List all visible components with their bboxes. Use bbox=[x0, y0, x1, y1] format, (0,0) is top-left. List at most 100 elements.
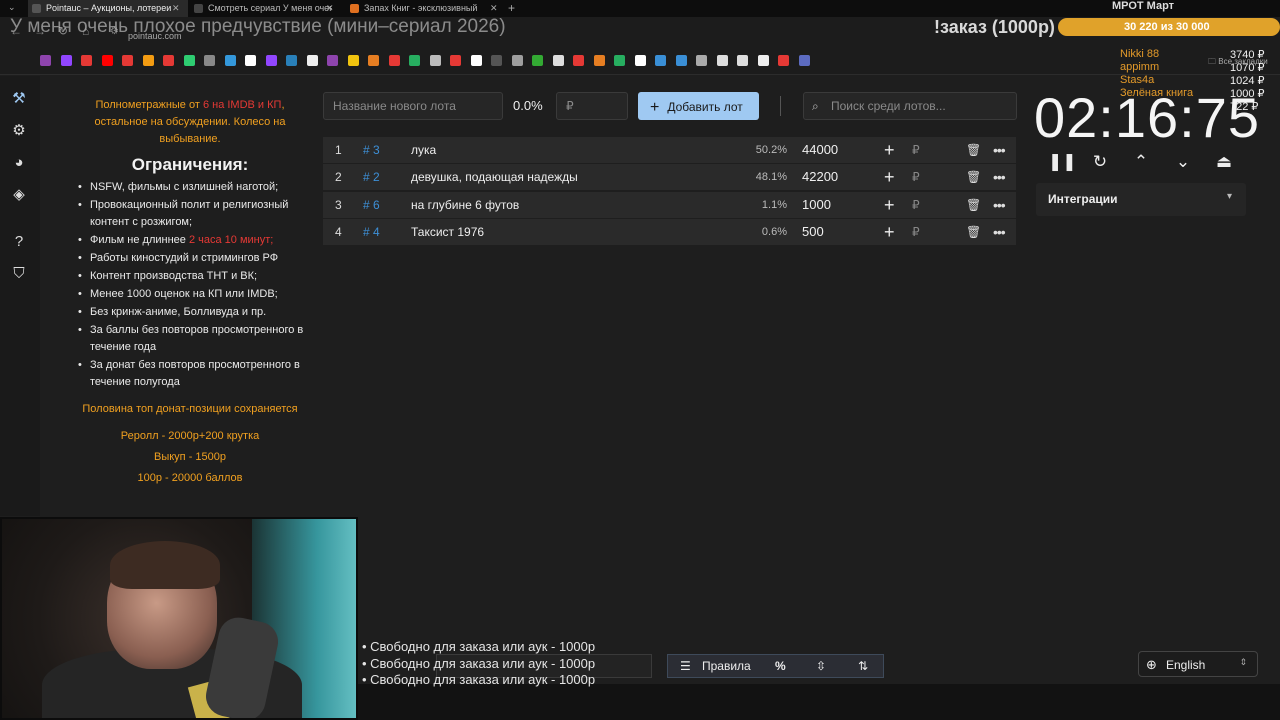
add-lot-button[interactable]: + Добавить лот bbox=[638, 92, 759, 120]
lot-amount-input[interactable]: ₽ bbox=[556, 92, 628, 120]
add-amount-icon[interactable]: + bbox=[884, 192, 895, 218]
rules-button[interactable]: Правила bbox=[702, 659, 751, 673]
trash-icon[interactable]: 🗑 bbox=[966, 137, 981, 163]
bookmark-icon[interactable] bbox=[737, 55, 748, 66]
tab-close-icon[interactable]: ✕ bbox=[490, 3, 498, 14]
chevron-down-icon[interactable]: ⌄ bbox=[1172, 151, 1194, 173]
ruble-icon[interactable]: ₽ bbox=[912, 164, 920, 190]
split-icon[interactable]: ⇳ bbox=[816, 659, 826, 673]
bookmark-icon[interactable] bbox=[716, 55, 728, 66]
bookmark-icon[interactable] bbox=[757, 55, 769, 66]
wheel-pie-icon[interactable]: ◕ bbox=[10, 154, 28, 172]
restriction-item: Провокационный полит и религиозный конте… bbox=[76, 197, 310, 231]
ruble-icon[interactable]: ₽ bbox=[912, 192, 920, 218]
lot-name-input[interactable]: Название нового лота bbox=[323, 92, 503, 120]
rules-intro: Полнометражные от 6 на IMDB и КП, осталь… bbox=[70, 97, 310, 148]
bookmark-icon[interactable] bbox=[327, 55, 338, 66]
tab-close-icon[interactable]: ✕ bbox=[172, 3, 180, 14]
help-icon[interactable]: ? bbox=[10, 233, 28, 251]
lot-amount[interactable]: 44000 bbox=[802, 137, 838, 163]
bookmark-icon[interactable] bbox=[552, 55, 564, 66]
tab-close-icon[interactable]: ✕ bbox=[326, 3, 334, 14]
reset-icon[interactable]: ↻ bbox=[1089, 151, 1111, 173]
tab-zapah-knig[interactable]: Запах Книг - эксклюзивный bbox=[346, 0, 496, 17]
bookmark-icon[interactable] bbox=[429, 55, 441, 66]
list-icon[interactable]: ☰ bbox=[680, 659, 691, 673]
bookmark-icon[interactable] bbox=[778, 55, 789, 66]
auction-hammer-icon[interactable]: ⚒ bbox=[10, 90, 28, 108]
add-amount-icon[interactable]: + bbox=[884, 137, 895, 163]
bookmark-icon[interactable] bbox=[163, 55, 174, 66]
bookmark-icon[interactable] bbox=[655, 55, 666, 66]
trash-icon[interactable]: 🗑 bbox=[966, 192, 981, 218]
bookmark-icon[interactable] bbox=[81, 55, 92, 66]
lot-id[interactable]: # 3 bbox=[363, 137, 380, 163]
trash-icon[interactable]: 🗑 bbox=[966, 219, 981, 245]
bookmark-icon[interactable] bbox=[409, 55, 420, 66]
bookmark-icon[interactable] bbox=[183, 55, 195, 66]
bookmark-icon[interactable] bbox=[204, 55, 215, 66]
percent-toggle[interactable]: % bbox=[775, 659, 786, 673]
sort-icon[interactable]: ⇅ bbox=[858, 659, 868, 673]
bookmark-icon[interactable] bbox=[593, 55, 605, 66]
bookmark-icon[interactable] bbox=[142, 55, 154, 66]
chevron-up-icon[interactable]: ⌃ bbox=[1130, 151, 1152, 173]
restriction-item: Фильм не длиннее 2 часа 10 минут; bbox=[76, 232, 310, 249]
bookmark-icon[interactable] bbox=[573, 55, 584, 66]
lot-id[interactable]: # 2 bbox=[363, 164, 380, 190]
bookmark-icon[interactable] bbox=[532, 55, 543, 66]
bookmark-icon[interactable] bbox=[614, 55, 625, 66]
add-amount-icon[interactable]: + bbox=[884, 164, 895, 190]
bookmark-icon[interactable] bbox=[491, 55, 502, 66]
bookmark-icon[interactable] bbox=[40, 55, 51, 66]
bookmark-icon[interactable] bbox=[101, 55, 113, 66]
tab-serial[interactable]: Смотреть сериал У меня очен bbox=[190, 0, 332, 17]
more-icon[interactable]: ••• bbox=[993, 137, 1006, 163]
bookmark-icon[interactable] bbox=[388, 55, 400, 66]
bookmark-icon[interactable] bbox=[368, 55, 379, 66]
bookmark-icon[interactable] bbox=[634, 55, 646, 66]
integrations-accordion[interactable]: Интеграции ▾ bbox=[1036, 183, 1246, 216]
lot-id[interactable]: # 6 bbox=[363, 192, 380, 218]
bookmark-icon[interactable] bbox=[347, 55, 359, 66]
bookmark-icon[interactable] bbox=[224, 55, 236, 66]
more-icon[interactable]: ••• bbox=[993, 164, 1006, 190]
more-icon[interactable]: ••• bbox=[993, 192, 1006, 218]
lot-name[interactable]: лука bbox=[411, 137, 436, 163]
bookmark-icon[interactable] bbox=[450, 55, 461, 66]
lot-search-input[interactable]: ⌕ Поиск среди лотов... bbox=[803, 92, 1017, 120]
lot-name[interactable]: девушка, подающая надежды bbox=[411, 164, 578, 190]
ruble-icon[interactable]: ₽ bbox=[912, 219, 920, 245]
bookmark-icon[interactable] bbox=[286, 55, 297, 66]
bookmark-icon[interactable] bbox=[60, 55, 72, 66]
pause-icon[interactable]: ❚❚ bbox=[1048, 151, 1077, 173]
language-select[interactable]: ⊕ English ⇕ bbox=[1138, 651, 1258, 677]
tab-pointauc[interactable]: Pointauc – Аукционы, лотереи bbox=[28, 0, 188, 17]
lot-name[interactable]: Таксист 1976 bbox=[411, 219, 484, 245]
trash-icon[interactable]: 🗑 bbox=[966, 164, 981, 190]
bookmark-icon[interactable] bbox=[798, 55, 810, 66]
bookmark-icon[interactable] bbox=[470, 55, 482, 66]
bookmark-icon[interactable] bbox=[306, 55, 318, 66]
lot-amount[interactable]: 500 bbox=[802, 219, 824, 245]
settings-gear-icon[interactable]: ⚙ bbox=[10, 122, 28, 140]
lot-amount[interactable]: 42200 bbox=[802, 164, 838, 190]
add-amount-icon[interactable]: + bbox=[884, 219, 895, 245]
eject-icon[interactable]: ⏏ bbox=[1213, 151, 1235, 173]
lot-name[interactable]: на глубине 6 футов bbox=[411, 192, 519, 218]
lot-id[interactable]: # 4 bbox=[363, 219, 380, 245]
bookmark-icon[interactable] bbox=[245, 55, 256, 66]
shield-icon[interactable]: ⛉ bbox=[10, 265, 28, 283]
new-tab-icon[interactable]: + bbox=[508, 1, 515, 15]
ruble-icon[interactable]: ₽ bbox=[912, 137, 920, 163]
price-line: 100р - 20000 баллов bbox=[137, 472, 243, 484]
bookmark-icon[interactable] bbox=[696, 55, 707, 66]
lot-amount[interactable]: 1000 bbox=[802, 192, 831, 218]
tab-list-chevron-icon[interactable]: ⌄ bbox=[8, 2, 16, 13]
bookmark-icon[interactable] bbox=[265, 55, 277, 66]
bookmark-icon[interactable] bbox=[122, 55, 133, 66]
bookmark-icon[interactable] bbox=[511, 55, 523, 66]
bookmark-icon[interactable] bbox=[675, 55, 687, 66]
layers-icon[interactable]: ◈ bbox=[10, 186, 28, 204]
more-icon[interactable]: ••• bbox=[993, 219, 1006, 245]
